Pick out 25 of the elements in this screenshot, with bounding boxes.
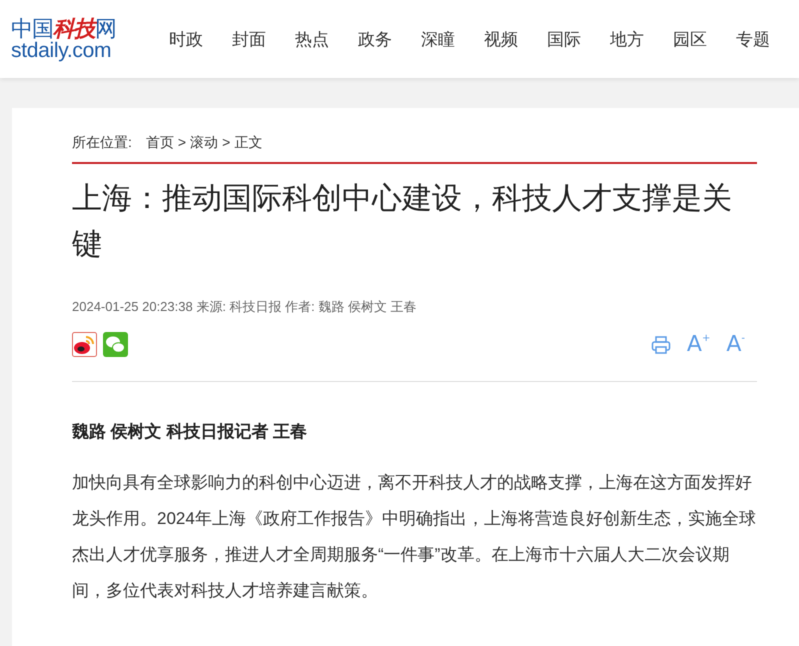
- weibo-icon[interactable]: [72, 332, 97, 357]
- nav-link[interactable]: 政务: [358, 28, 421, 50]
- breadcrumb-link[interactable]: 正文: [234, 134, 262, 152]
- nav-link[interactable]: 封面: [232, 28, 295, 50]
- article-meta: 2024-01-25 20:23:38 来源: 科技日报 作者: 魏路 侯树文 王春: [72, 298, 418, 316]
- breadcrumb-label: 所在位置:: [72, 134, 132, 152]
- site-logo[interactable]: 中国科技网 stdaily.com: [11, 18, 116, 60]
- breadcrumb-separator: >: [178, 134, 186, 152]
- breadcrumb-link[interactable]: 首页: [146, 134, 174, 152]
- article-title: 上海：推动国际科创中心建设，科技人才支撑是关键: [72, 181, 733, 263]
- nav-link[interactable]: 专题: [736, 28, 799, 50]
- breadcrumb-link[interactable]: 滚动: [190, 134, 218, 152]
- paragraph: 加快向具有全球影响力的科创中心迈进，离不开科技人才的战略支撑，上海在这方面发挥好龙头作用。2024年上海《政府工作报告》中明确指出，上海将营造良好创新生态，实施全球杰出人才优享服务，推进人才全周期服务“一件事”改革。在上海市十六届人大二次会议期间，多位代表对科技人才培养建言献策。: [72, 472, 757, 602]
- wechat-icon[interactable]: [103, 332, 128, 357]
- nav-link[interactable]: 园区: [673, 28, 736, 50]
- breadcrumb-separator: >: [222, 134, 230, 152]
- nav-link[interactable]: 视频: [484, 28, 547, 50]
- print-button[interactable]: [650, 334, 671, 354]
- byline: 魏路 侯树文 科技日报记者 王春: [72, 421, 308, 443]
- nav-link[interactable]: 地方: [610, 28, 673, 50]
- nav-link[interactable]: 国际: [547, 28, 610, 50]
- printer-icon: [650, 334, 671, 354]
- nav-link[interactable]: 时政: [169, 28, 232, 50]
- nav-link[interactable]: 热点: [295, 28, 358, 50]
- nav-link[interactable]: 深瞳: [421, 28, 484, 50]
